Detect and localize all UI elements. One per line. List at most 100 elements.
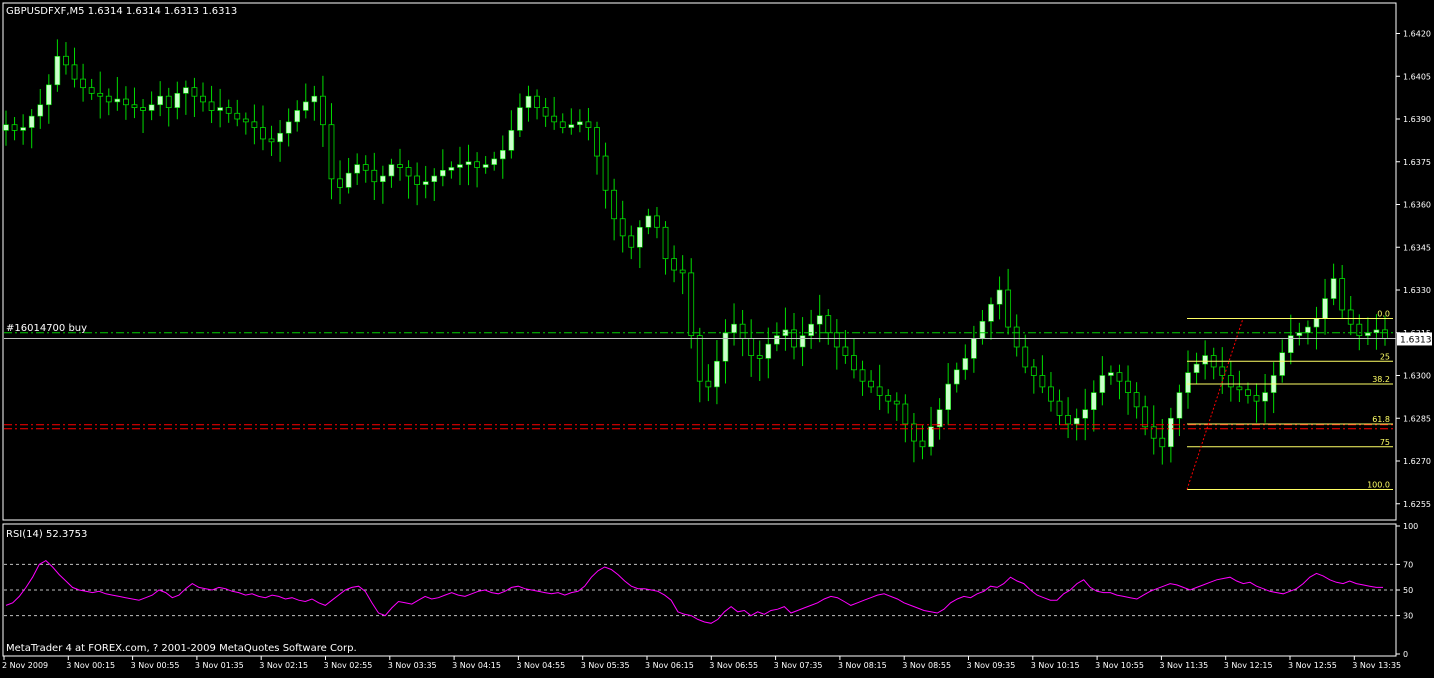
candle (20, 114, 26, 145)
candle (491, 151, 498, 171)
time-tick-label: 3 Nov 09:35 (967, 661, 1016, 670)
candle (362, 155, 369, 183)
candle (88, 78, 95, 100)
candle (294, 100, 301, 132)
candle (1056, 389, 1063, 426)
candle (1099, 356, 1106, 406)
chart-canvas[interactable]: 0.02538.261.875100.0 1.64201.64051.63901… (0, 0, 1434, 674)
candle (1313, 306, 1320, 350)
candle (1296, 322, 1303, 346)
rsi-tick-label: 70 (1403, 560, 1413, 569)
price-tick-label: 1.6405 (1403, 72, 1431, 81)
time-tick-label: 3 Nov 10:15 (1031, 661, 1080, 670)
candle (465, 144, 472, 186)
candle (1253, 383, 1260, 423)
candle (251, 104, 258, 145)
fibo-trendline[interactable] (1186, 318, 1244, 490)
candle (782, 307, 789, 351)
time-tick-label: 3 Nov 06:15 (645, 661, 694, 670)
time-tick-label: 3 Nov 00:55 (131, 661, 180, 670)
candle (1347, 295, 1354, 336)
candle (868, 370, 874, 393)
candle (1005, 268, 1012, 335)
candle (962, 344, 969, 380)
candle (1365, 317, 1371, 345)
candle (345, 157, 352, 194)
candles-layer (3, 39, 1388, 465)
candle (988, 297, 994, 340)
candle (756, 340, 763, 382)
price-axis: 1.6420 1.6405 1.6390 1.6375 1.6360 1.6345 1.63… (1396, 30, 1431, 509)
candle (1210, 347, 1217, 380)
rsi-tick-label: 50 (1403, 586, 1413, 595)
candle (662, 221, 669, 275)
candle (1013, 314, 1020, 357)
price-tick-label: 1.6420 (1403, 30, 1431, 39)
candle (637, 220, 643, 269)
candle (851, 338, 857, 379)
time-tick-label: 3 Nov 11:35 (1159, 661, 1208, 670)
candle (808, 309, 814, 349)
price-tick-label: 1.6300 (1403, 372, 1431, 381)
candle (1022, 334, 1029, 374)
candle (1322, 278, 1328, 335)
candle (157, 81, 163, 117)
candle (405, 160, 412, 199)
candle (731, 303, 737, 346)
time-tick-label: 3 Nov 02:55 (324, 661, 373, 670)
candle (1339, 264, 1346, 319)
candle (893, 392, 900, 421)
candle (525, 85, 532, 122)
candle (1193, 352, 1200, 385)
candle (328, 103, 335, 200)
candle (774, 322, 780, 352)
candle (594, 121, 600, 175)
candle (671, 245, 677, 283)
rsi-tick-label: 0 (1403, 650, 1408, 659)
chart-window[interactable]: 0.0 25 38.2 61.8 75 100.0 1.6420 1.6405 1.6390 1… (0, 0, 1434, 674)
candle (123, 86, 129, 120)
price-tick-label: 1.6390 (1403, 115, 1431, 124)
candle (1382, 315, 1388, 346)
candle (320, 75, 326, 147)
candle (876, 364, 883, 410)
candle (200, 82, 206, 112)
candle (1262, 374, 1268, 423)
candle (696, 327, 703, 403)
candle (534, 89, 540, 120)
candle (1125, 365, 1131, 415)
candle (885, 389, 892, 414)
candle (1202, 340, 1208, 380)
rsi-layer (4, 559, 1394, 624)
time-tick-label: 3 Nov 05:35 (581, 661, 630, 670)
candle (936, 398, 943, 440)
fibo-level-label: 25 (1380, 352, 1390, 361)
candle (919, 425, 926, 460)
candle (577, 109, 583, 133)
candle (568, 108, 575, 135)
order-label: #16014700 buy (6, 323, 87, 334)
candle (474, 152, 480, 188)
candle (431, 168, 438, 201)
symbol-title: GBPUSDFXF,M5 1.6314 1.6314 1.6313 1.6313 (6, 6, 237, 17)
candle (260, 105, 266, 151)
candle (1373, 314, 1380, 350)
current-price-label: 1.6313 (1400, 335, 1432, 345)
candle (37, 88, 44, 129)
candle (234, 99, 241, 127)
candle (337, 160, 343, 205)
candle (1133, 382, 1140, 419)
fibo-level-label: 38.2 (1372, 375, 1390, 384)
price-tick-label: 1.6270 (1403, 457, 1431, 466)
candle (722, 319, 729, 384)
candle (285, 108, 292, 147)
candle (585, 107, 592, 141)
footer-copyright: MetaTrader 4 at FOREX.com, ? 2001-2009 M… (6, 643, 357, 654)
candle (1236, 370, 1243, 403)
time-tick-label: 3 Nov 10:55 (1095, 661, 1144, 670)
candle (63, 42, 69, 75)
candle (517, 93, 523, 137)
candle (1039, 355, 1046, 394)
main-chart-frame (2, 2, 1397, 521)
candle (148, 91, 155, 121)
